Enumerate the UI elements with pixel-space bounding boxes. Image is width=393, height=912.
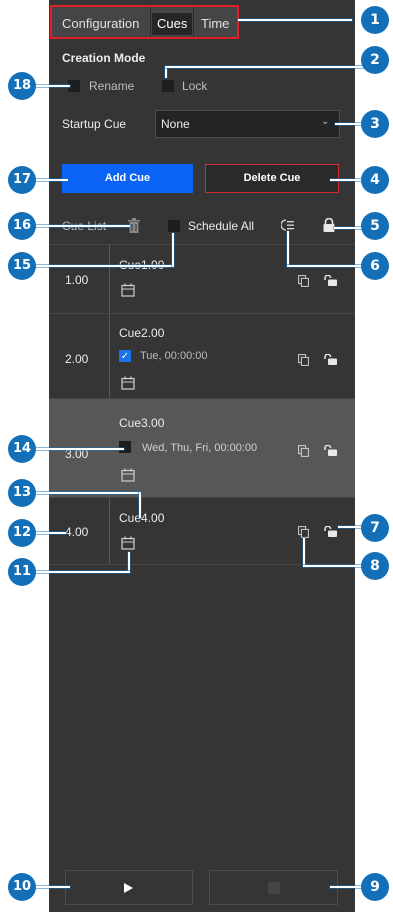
unlock-icon[interactable] — [324, 354, 338, 365]
cue-number: 2.00 — [65, 352, 89, 366]
callout-leader — [30, 85, 70, 87]
unlock-icon[interactable] — [324, 526, 338, 537]
calendar-icon[interactable] — [121, 376, 135, 390]
copy-icon[interactable] — [298, 354, 309, 366]
callout-badge: 15 — [8, 252, 36, 280]
callout-leader — [30, 571, 130, 573]
callout-badge: 6 — [361, 252, 389, 280]
schedule-text: Wed, Thu, Fri, 00:00:00 — [142, 442, 258, 454]
callout-leader — [30, 225, 130, 227]
startup-cue-label: Startup Cue — [62, 117, 127, 131]
callout-leader — [165, 66, 364, 68]
cue-number: 1.00 — [65, 273, 89, 287]
table-row[interactable]: 2.00 Cue2.00 ✓ Tue, 00:00:00 — [49, 314, 355, 398]
callout-badge: 2 — [361, 46, 389, 74]
startup-cue-select[interactable]: None ⌄ — [155, 110, 340, 138]
schedule-checkbox[interactable] — [119, 441, 131, 453]
callout-badge: 1 — [361, 6, 389, 34]
copy-icon[interactable] — [298, 275, 309, 287]
cue-number: 4.00 — [65, 525, 89, 539]
schedule-list-icon[interactable] — [281, 219, 295, 231]
callout-leader — [30, 886, 70, 888]
callout-badge: 17 — [8, 166, 36, 194]
callout-leader — [238, 19, 352, 21]
tab-bar-highlight — [50, 5, 239, 39]
copy-icon[interactable] — [298, 445, 309, 457]
callout-badge: 4 — [361, 166, 389, 194]
callout-leader — [30, 448, 124, 450]
callout-badge: 10 — [8, 873, 36, 901]
rename-label: Rename — [89, 79, 135, 93]
schedule-all-checkbox[interactable] — [168, 220, 180, 232]
callout-leader — [139, 492, 141, 518]
lock-all-icon[interactable] — [322, 218, 336, 232]
startup-cue-value: None — [161, 117, 190, 131]
callout-badge: 14 — [8, 435, 36, 463]
cue-name: Cue4.00 — [119, 511, 165, 525]
callout-leader — [30, 265, 173, 267]
callout-badge: 7 — [361, 514, 389, 542]
callout-badge: 3 — [361, 110, 389, 138]
callout-badge: 12 — [8, 519, 36, 547]
callout-badge: 8 — [361, 552, 389, 580]
calendar-icon[interactable] — [121, 536, 135, 550]
callout-leader — [330, 886, 364, 888]
delete-cue-button[interactable]: Delete Cue — [205, 164, 339, 193]
callout-badge: 5 — [361, 212, 389, 240]
stop-button[interactable] — [209, 870, 338, 905]
callout-leader — [128, 552, 130, 572]
creation-mode-title: Creation Mode — [62, 51, 146, 65]
unlock-icon[interactable] — [324, 445, 338, 456]
callout-leader — [330, 179, 364, 181]
callout-leader — [287, 231, 289, 266]
table-row[interactable]: 1.00 Cue1.00 — [49, 245, 355, 313]
callout-leader — [30, 492, 140, 494]
callout-badge: 13 — [8, 479, 36, 507]
callout-badge: 11 — [8, 558, 36, 586]
schedule-text: Tue, 00:00:00 — [140, 350, 208, 362]
lock-label: Lock — [182, 79, 208, 93]
calendar-icon[interactable] — [121, 468, 135, 482]
chevron-down-icon: ⌄ — [321, 116, 330, 127]
cue-name: Cue2.00 — [119, 326, 165, 340]
play-button[interactable] — [65, 870, 193, 905]
callout-leader — [303, 538, 305, 566]
callout-leader — [287, 265, 365, 267]
copy-icon[interactable] — [298, 526, 309, 538]
add-cue-button[interactable]: Add Cue — [62, 164, 193, 193]
calendar-icon[interactable] — [121, 283, 135, 297]
callout-leader — [334, 227, 364, 229]
schedule-all-label: Schedule All — [188, 219, 255, 233]
callout-badge: 9 — [361, 873, 389, 901]
cue-name: Cue3.00 — [119, 416, 165, 430]
callout-leader — [172, 233, 174, 267]
schedule-checkbox[interactable]: ✓ — [119, 350, 131, 362]
table-row[interactable]: 4.00 Cue4.00 — [49, 498, 355, 564]
stop-icon — [268, 882, 280, 894]
play-icon — [124, 883, 133, 893]
callout-leader — [303, 565, 365, 567]
lock-checkbox[interactable] — [162, 80, 174, 92]
callout-badge: 16 — [8, 212, 36, 240]
callout-badge: 18 — [8, 72, 36, 100]
unlock-icon[interactable] — [324, 275, 338, 286]
